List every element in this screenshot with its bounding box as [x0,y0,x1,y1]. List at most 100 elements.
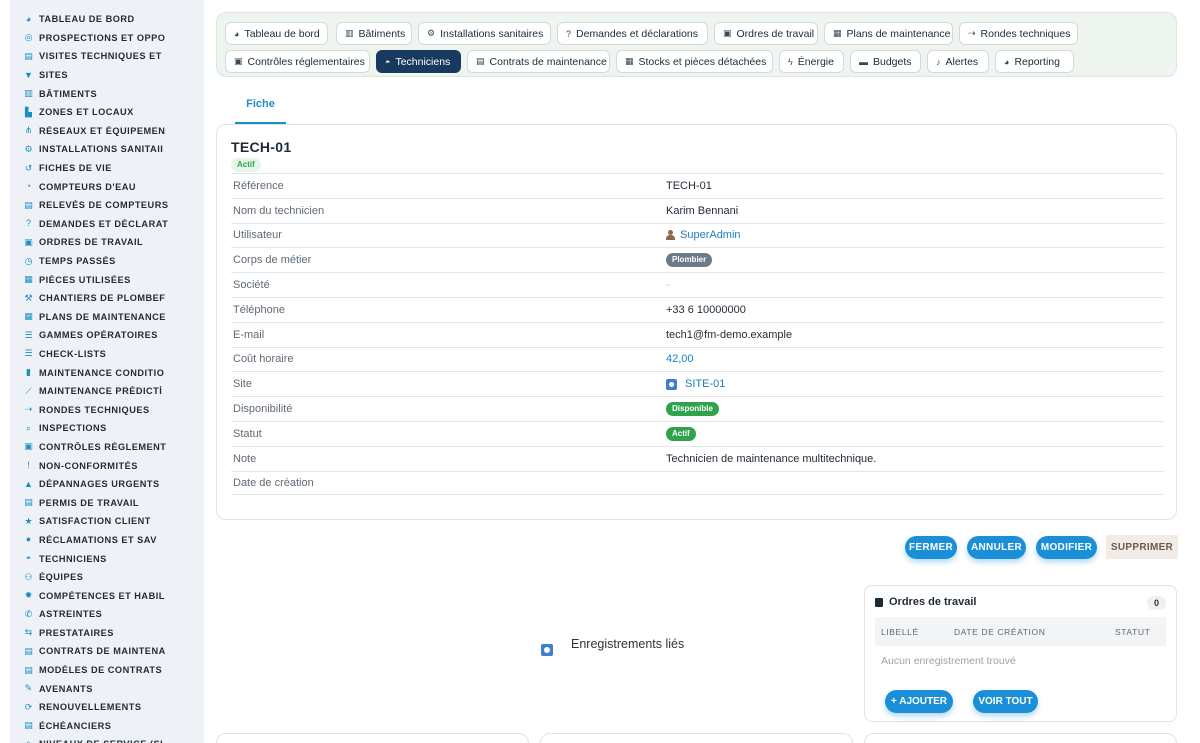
sidebar-item[interactable]: ▥ BÂTIMENTS [10,84,204,103]
sidebar-item-label: MAINTENANCE CONDITIO [39,367,165,378]
sidebar-item[interactable]: ☰ GAMMES OPÉRATOIRES [10,326,204,345]
sidebar-item[interactable]: ◈NIVEAUX DE SERVICE (SI [10,735,204,743]
gears-icon: ⚙ [24,143,33,154]
sidebar-item[interactable]: ✹ COMPÉTENCES ET HABIL [10,586,204,605]
sidebar-item[interactable]: ⟳ RENOUVELLEMENTS [10,698,204,717]
sidebar-item[interactable]: ▤ CONTRATS DE MAINTENA [10,642,204,661]
view-all-button[interactable]: VOIR TOUT [973,690,1038,713]
calendar-icon: ▦ [833,28,842,38]
tab-calendar[interactable]: ▦ Plans de maintenance [824,22,953,45]
clipboard-check-icon: ▣ [24,236,33,247]
sidebar-item[interactable]: ▦ PIÈCES UTILISÉES [10,270,204,289]
field-label: Référence [233,179,284,192]
sidebar-item-label: FICHES DE VIE [39,163,112,174]
sidebar-item[interactable]: ⚒ CHANTIERS DE PLOMBEF [10,289,204,308]
add-work-order-button[interactable]: + AJOUTER [885,690,953,713]
sidebar-item[interactable]: ▤ MODÈLES DE CONTRATS [10,661,204,680]
sidebar-item-label: ORDRES DE TRAVAIL [39,237,144,248]
sidebar-item[interactable]: ◓ TECHNICIENS [10,549,204,568]
sidebar-item[interactable]: ▦ PLANS DE MAINTENANCE [10,308,204,327]
sidebar-item[interactable]: ☰ CHECK-LISTS [10,345,204,364]
work-orders-header: Ordres de travail [875,596,976,608]
sidebar-item[interactable]: ⇢ RONDES TECHNIQUES [10,400,204,419]
column-header-label[interactable]: LIBELLÉ [881,627,919,637]
bolt-icon: ϟ [788,56,793,67]
sidebar-item[interactable]: ▤ PERMIS DE TRAVAIL [10,493,204,512]
tab-route[interactable]: ⇢ Rondes techniques [959,22,1078,45]
sidebar-item[interactable]: ✆ ASTREINTES [10,605,204,624]
tab-label: Demandes et déclarations [576,27,699,40]
target-icon: ◎ [24,32,33,43]
field-row-user: Utilisateur SuperAdmin [231,222,1164,248]
field-label: Utilisateur [233,229,282,242]
field-row-site: Site SITE-01 [231,371,1164,396]
sidebar-item[interactable]: ▼ SITES [10,66,204,85]
tab-building[interactable]: ▥ Bâtiments [336,22,412,45]
sidebar-item-label: COMPTEURS D'EAU [39,181,136,192]
sidebar-item[interactable]: ◕ TABLEAU DE BORD [10,10,204,29]
tab-clipboard[interactable]: ▣ Contrôles réglementaires [225,50,370,73]
sidebar-item[interactable]: ● RÉCLAMATIONS ET SAV [10,531,204,550]
sidebar-item[interactable]: ⚙ INSTALLATIONS SANITAII [10,140,204,159]
column-header-status[interactable]: STATUT [1115,627,1150,637]
tab-bell[interactable]: ♪ Alertes [927,50,989,73]
user-link[interactable]: SuperAdmin [666,229,741,241]
sidebar-item[interactable]: ◎ PROSPECTIONS ET OPPO [10,29,204,48]
tab-label: Ordres de travail [736,27,815,40]
sidebar-item[interactable]: ⌕ INSPECTIONS [10,419,204,438]
tab-label: Énergie [797,55,834,68]
field-row-reference: Référence TECH-01 [231,173,1164,198]
sidebar-item[interactable]: ★ SATISFACTION CLIENT [10,512,204,531]
sidebar-item-label: AVENANTS [39,683,93,694]
site-link[interactable]: SITE-01 [666,378,725,390]
status-value-badge: Actif [666,426,696,441]
calendar-icon: ▦ [24,311,33,322]
sidebar-item[interactable]: ⟋ MAINTENANCE PRÉDICTİ [10,382,204,401]
sidebar-item-label: COMPÉTENCES ET HABIL [39,590,165,601]
sidebar-item-label: DÉPANNAGES URGENTS [39,479,160,490]
cancel-button[interactable]: ANNULER [967,536,1026,559]
file-contract-icon: ▤ [476,56,485,66]
delete-button[interactable]: SUPPRIMER [1106,535,1178,559]
sidebar-item[interactable]: ▲ DÉPANNAGES URGENTS [10,475,204,494]
question-icon: ? [566,28,572,39]
tab-fiche[interactable]: Fiche [235,90,286,124]
related-card [540,733,853,743]
tab-question[interactable]: ? Demandes et déclarations [557,22,708,45]
sidebar-item[interactable]: ▮ MAINTENANCE CONDITIO [10,363,204,382]
file-contract-icon: ▤ [24,645,33,656]
sidebar-item[interactable]: ✎ AVENANTS [10,679,204,698]
sidebar-item[interactable]: ▙ ZONES ET LOCAUX [10,103,204,122]
boxes-icon: ▦ [625,56,634,66]
sidebar-item[interactable]: ▣ ORDRES DE TRAVAIL [10,233,204,252]
tab-clipboard-check[interactable]: ▣ Ordres de travail [714,22,818,45]
history-icon: ↺ [24,162,33,173]
sidebar-item[interactable]: ◔ COMPTEURS D'EAU [10,177,204,196]
tab-pie-chart[interactable]: ◕ Reporting [995,50,1074,73]
sidebar-item[interactable]: ▣ CONTRÔLES RÉGLEMENT [10,438,204,457]
column-header-created[interactable]: DATE DE CRÉATION [954,627,1045,637]
field-row-company: Société - [231,272,1164,297]
sidebar-item[interactable]: ◷ TEMPS PASSÉS [10,252,204,271]
tab-file-contract[interactable]: ▤ Contrats de maintenance [467,50,610,73]
tab-hard-hat[interactable]: ◓ Techniciens [376,50,461,73]
tab-label: Installations sanitaires [440,27,544,40]
sidebar-item[interactable]: ⚇ ÉQUIPES [10,568,204,587]
tab-bolt[interactable]: ϟ Énergie [779,50,844,73]
tab-boxes[interactable]: ▦ Stocks et pièces détachées [616,50,773,73]
sidebar-item[interactable]: ⇆ PRESTATAIRES [10,624,204,643]
tab-gears[interactable]: ⚙ Installations sanitaires [418,22,551,45]
sidebar-item[interactable]: ? DEMANDES ET DÉCLARAT [10,215,204,234]
sidebar-item[interactable]: ⋔ RÉSEAUX ET ÉQUIPEMEN [10,122,204,141]
clipboard-icon: ▤ [24,50,33,61]
related-card [864,733,1177,743]
sidebar-item[interactable]: ! NON-CONFORMITÉS [10,456,204,475]
close-button[interactable]: FERMER [905,536,957,559]
tab-money[interactable]: ▬ Budgets [850,50,921,73]
sidebar-item[interactable]: ▤ VISITES TECHNIQUES ET [10,47,204,66]
sidebar-item[interactable]: ↺ FICHES DE VIE [10,159,204,178]
tab-dashboard[interactable]: ◕ Tableau de bord [225,22,328,45]
sidebar-item[interactable]: ▤ RELEVÉS DE COMPTEURS [10,196,204,215]
sidebar-item[interactable]: ▤ ÉCHÉANCIERS [10,717,204,736]
edit-button[interactable]: MODIFIER [1036,536,1097,559]
